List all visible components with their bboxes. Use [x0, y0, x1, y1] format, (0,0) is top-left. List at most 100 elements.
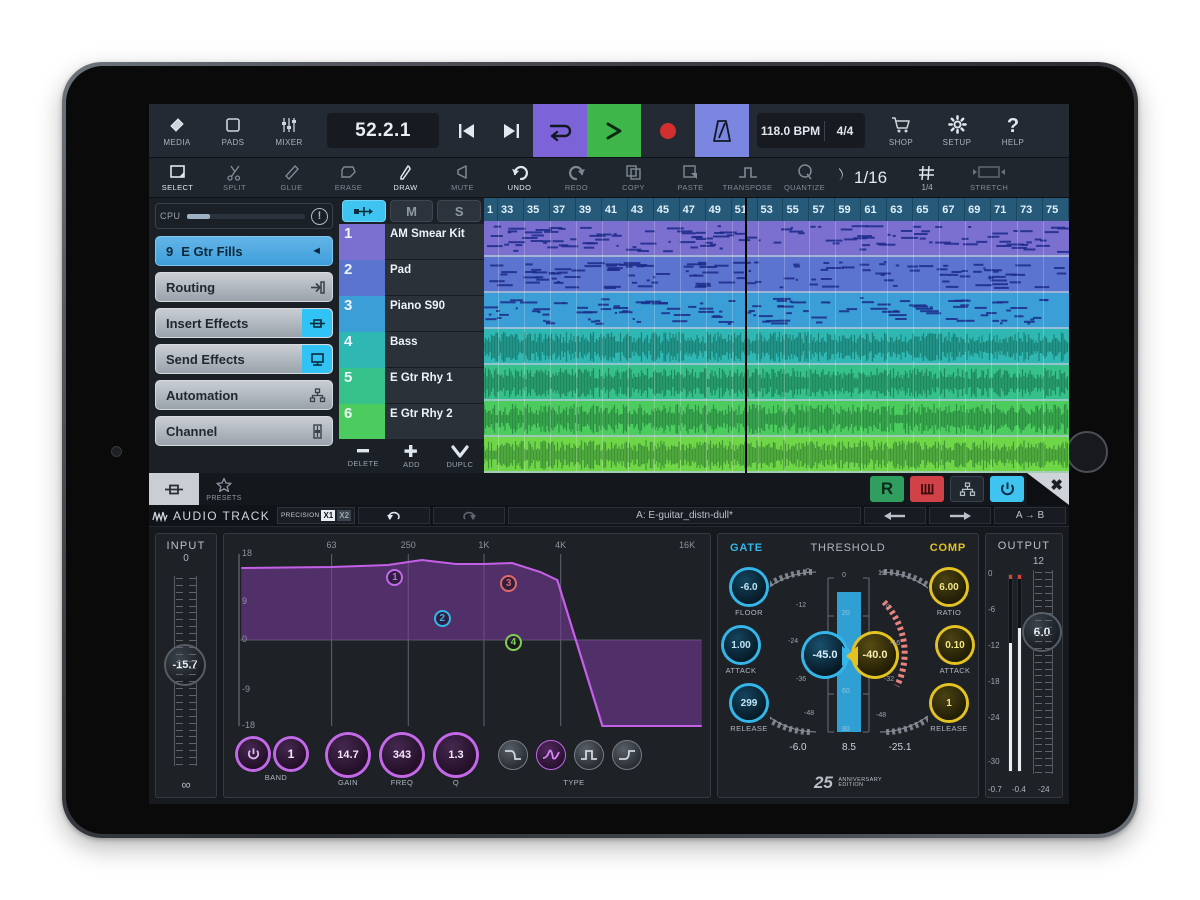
eq-type-low-shelf-button[interactable] — [498, 740, 528, 770]
comp-release-knob[interactable]: 1 — [932, 686, 966, 720]
eq-power-button[interactable] — [238, 739, 268, 769]
tool-stretch[interactable]: STRETCH — [959, 158, 1019, 197]
track-color-number[interactable]: 1 — [339, 224, 385, 260]
help-button[interactable]: ? HELP — [985, 104, 1041, 157]
warning-exclamation-icon[interactable]: ! — [311, 208, 328, 225]
eq-freq-knob[interactable]: 343 — [382, 735, 422, 775]
plugin-close-button[interactable]: ✖ — [1027, 473, 1069, 505]
track-name[interactable]: Pad — [385, 260, 484, 296]
tool-paste[interactable]: PASTE — [662, 158, 719, 197]
quantize-value-group[interactable]: 1/16 — [835, 165, 887, 191]
track-name[interactable]: Piano S90 — [385, 296, 484, 332]
arrange-region[interactable] — [484, 401, 1069, 437]
sidebar-item-insert-effects[interactable]: Insert Effects — [155, 308, 333, 338]
tool-transpose[interactable]: TRANSPOSE — [719, 158, 776, 197]
arrange-area[interactable] — [484, 221, 1069, 473]
record-button[interactable] — [641, 104, 695, 157]
delete-track-button[interactable]: DELETE — [339, 439, 387, 473]
plugin-routing-button[interactable] — [950, 476, 984, 502]
comp-attack-knob[interactable]: 0.10 — [938, 628, 972, 662]
home-button[interactable] — [1066, 431, 1108, 473]
tab-presets[interactable]: PRESETS — [199, 473, 249, 505]
tool-copy[interactable]: COPY — [605, 158, 662, 197]
gate-threshold-knob[interactable]: -45.0 — [804, 634, 846, 676]
tool-draw[interactable]: DRAW — [377, 158, 434, 197]
tempo-display[interactable]: 118.0 BPM 4/4 — [757, 113, 865, 148]
plugin-power-button[interactable] — [990, 476, 1024, 502]
arrange-timeline[interactable]: 1333537394143454749515355575961636567697… — [484, 198, 1069, 473]
plugin-undo-button[interactable] — [358, 507, 430, 524]
track-color-number[interactable]: 6 — [339, 404, 385, 440]
track-color-number[interactable]: 4 — [339, 332, 385, 368]
duplicate-track-button[interactable]: DUPLC — [436, 439, 484, 473]
gate-release-knob[interactable]: 299 — [732, 686, 766, 720]
track-color-number[interactable]: 3 — [339, 296, 385, 332]
eq-gain-knob[interactable]: 14.7 — [328, 735, 368, 775]
media-button[interactable]: MEDIA — [149, 104, 205, 157]
arrange-region[interactable] — [484, 329, 1069, 365]
preset-prev-button[interactable] — [864, 507, 926, 524]
eq-band-handle-3[interactable]: 3 — [500, 575, 517, 592]
preset-next-button[interactable] — [929, 507, 991, 524]
precision-selector[interactable]: PRECISION X1 X2 — [277, 507, 355, 524]
tool-redo[interactable]: REDO — [548, 158, 605, 197]
track-name[interactable]: E Gtr Rhy 2 — [385, 404, 484, 440]
tool-select[interactable]: SELECT — [149, 158, 206, 197]
arrange-region[interactable] — [484, 365, 1069, 401]
gate-attack-knob[interactable]: 1.00 — [724, 628, 758, 662]
track-name[interactable]: Bass — [385, 332, 484, 368]
solo-toggle[interactable]: S — [437, 200, 481, 222]
eq-type-high-shelf-button[interactable] — [612, 740, 642, 770]
track-row[interactable]: 1AM Smear Kit — [339, 224, 484, 260]
add-track-button[interactable]: ADD — [387, 439, 435, 473]
preset-name-field[interactable]: A: E-guitar_distn-dull* — [508, 507, 861, 524]
track-name[interactable]: AM Smear Kit — [385, 224, 484, 260]
tool-quantize[interactable]: QUANTIZE — [776, 158, 833, 197]
ab-compare-button[interactable]: A → B — [994, 507, 1066, 524]
tab-insert-slot[interactable] — [149, 473, 199, 505]
eq-band-handle-2[interactable]: 2 — [434, 610, 451, 627]
arrange-region[interactable] — [484, 293, 1069, 329]
metronome-button[interactable] — [695, 104, 749, 157]
arrange-region[interactable] — [484, 221, 1069, 257]
loop-button[interactable] — [533, 104, 587, 157]
position-display[interactable]: 52.2.1 — [327, 113, 439, 148]
track-color-number[interactable]: 5 — [339, 368, 385, 404]
sidebar-item-routing[interactable]: Routing — [155, 272, 333, 302]
track-row[interactable]: 3Piano S90 — [339, 296, 484, 332]
sidebar-item-automation[interactable]: Automation — [155, 380, 333, 410]
tool-erase[interactable]: ERASE — [320, 158, 377, 197]
playhead[interactable] — [745, 221, 747, 473]
gate-floor-knob[interactable]: -6.0 — [732, 570, 766, 604]
play-button[interactable] — [587, 104, 641, 157]
tool-split[interactable]: SPLIT — [206, 158, 263, 197]
track-io-toggle[interactable] — [342, 200, 386, 222]
track-name[interactable]: E Gtr Rhy 1 — [385, 368, 484, 404]
sidebar-item-channel[interactable]: Channel — [155, 416, 333, 446]
selected-track-button[interactable]: 9 E Gtr Fills ◄ — [155, 236, 333, 266]
tool-glue[interactable]: GLUE — [263, 158, 320, 197]
write-automation-button[interactable] — [910, 476, 944, 502]
tool-mute[interactable]: MUTE — [434, 158, 491, 197]
eq-band-handle-1[interactable]: 1 — [386, 569, 403, 586]
sidebar-item-send-effects[interactable]: Send Effects — [155, 344, 333, 374]
shop-button[interactable]: SHOP — [873, 104, 929, 157]
read-automation-button[interactable]: R — [870, 476, 904, 502]
track-row[interactable]: 4Bass — [339, 332, 484, 368]
track-row[interactable]: 5E Gtr Rhy 1 — [339, 368, 484, 404]
grid-button[interactable]: 1/4 — [901, 164, 953, 192]
mixer-button[interactable]: MIXER — [261, 104, 317, 157]
track-row[interactable]: 6E Gtr Rhy 2 — [339, 404, 484, 440]
track-color-number[interactable]: 2 — [339, 260, 385, 296]
eq-band-number[interactable]: 1 — [276, 739, 306, 769]
goto-end-button[interactable] — [489, 104, 533, 157]
pads-button[interactable]: PADS — [205, 104, 261, 157]
plugin-redo-button[interactable] — [433, 507, 505, 524]
eq-type-band-button[interactable] — [574, 740, 604, 770]
mute-toggle[interactable]: M — [390, 200, 434, 222]
timeline-ruler[interactable]: 1333537394143454749515355575961636567697… — [484, 198, 1069, 221]
setup-button[interactable]: SETUP — [929, 104, 985, 157]
eq-graph[interactable]: 632501K4K16K1890-9-18 1234 — [230, 540, 704, 745]
eq-type-bell-button[interactable] — [536, 740, 566, 770]
goto-start-button[interactable] — [445, 104, 489, 157]
